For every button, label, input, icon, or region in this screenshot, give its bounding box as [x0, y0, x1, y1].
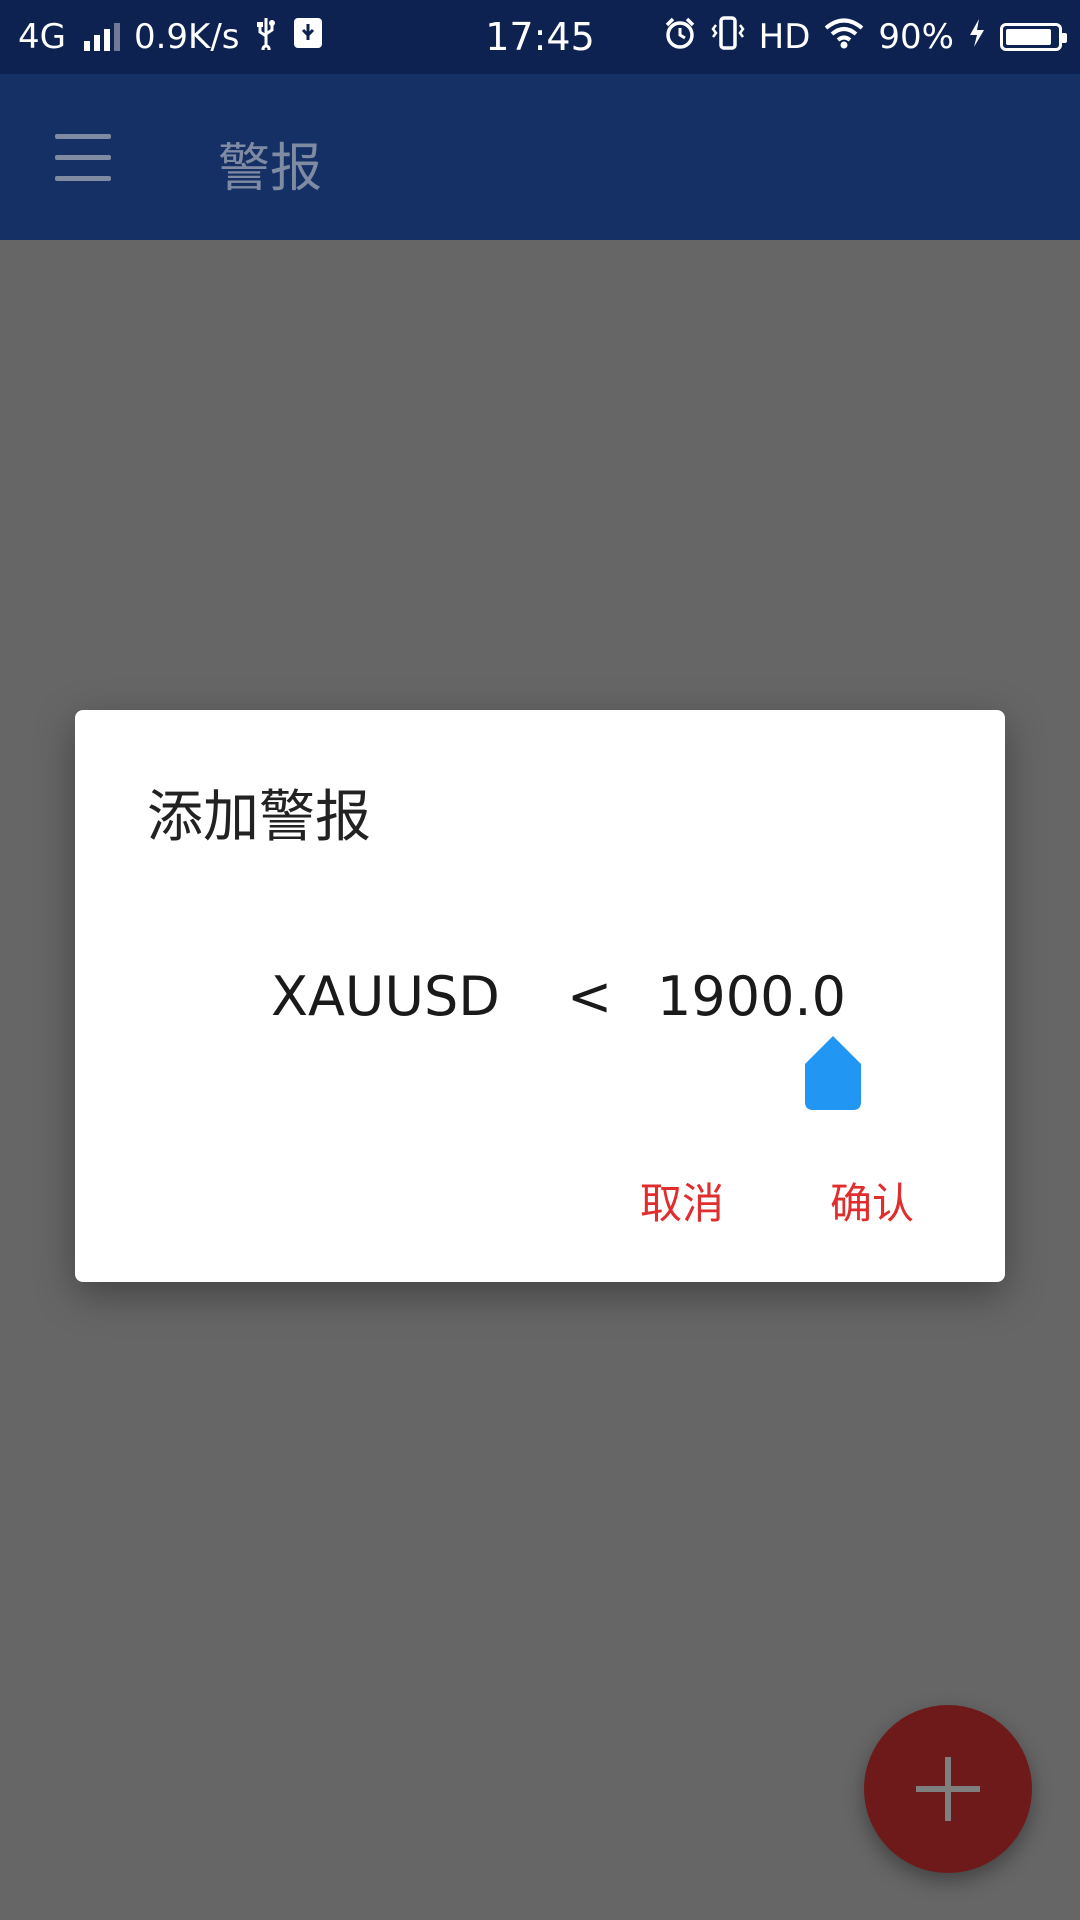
alert-value-input[interactable]: 1900.0: [657, 965, 846, 1028]
add-alert-dialog: 添加警报 XAUUSD < 1900.0 取消 确认: [75, 710, 1005, 1282]
alert-condition-row: XAUUSD < 1900.0: [75, 965, 1005, 1045]
hamburger-menu-icon[interactable]: [50, 134, 120, 182]
status-right: HD 90%: [663, 0, 1067, 74]
dialog-title: 添加警报: [147, 785, 371, 850]
cancel-button[interactable]: 取消: [640, 1170, 724, 1231]
alert-operator[interactable]: <: [567, 965, 612, 1028]
battery-icon: [1000, 23, 1067, 51]
confirm-button[interactable]: 确认: [830, 1170, 914, 1231]
app-bar: 警报: [0, 74, 1080, 240]
hd-indicator: HD: [758, 17, 811, 57]
add-alert-fab[interactable]: [864, 1705, 1032, 1873]
dialog-actions: 取消 确认: [75, 1170, 1005, 1250]
battery-percent: 90%: [878, 17, 954, 57]
vibrate-icon: [711, 15, 745, 60]
alert-symbol: XAUUSD: [271, 965, 500, 1028]
status-bar: 4G 0.9K/s 17:45 HD 90%: [0, 0, 1080, 74]
text-cursor-handle[interactable]: [805, 1036, 861, 1110]
wifi-icon: [824, 17, 864, 58]
charging-icon: [968, 17, 986, 57]
page-title: 警报: [218, 139, 323, 199]
alarm-icon: [663, 16, 697, 59]
battery-fill: [1006, 29, 1051, 45]
